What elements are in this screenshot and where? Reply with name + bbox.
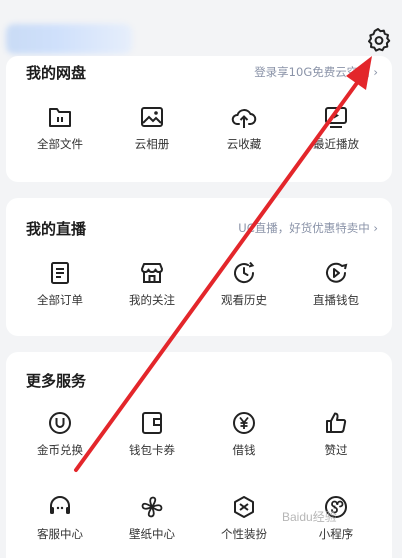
netdisk-title: 我的网盘 <box>26 64 87 82</box>
service-wallet-cards[interactable]: 钱包卡券 <box>112 410 192 458</box>
live-all-orders[interactable]: 全部订单 <box>20 260 100 308</box>
order-list-icon <box>51 262 69 284</box>
live-card: 我的直播 UC直播，好货优惠特卖中 › 全部订单 我的关注 观看历史 直播钱包 <box>6 198 392 336</box>
item-label: 个性装扮 <box>221 527 267 541</box>
live-promo-hint[interactable]: UC直播，好货优惠特卖中 › <box>238 220 378 236</box>
headset-icon <box>50 496 70 514</box>
netdisk-recent-play[interactable]: 最近播放 <box>296 104 376 152</box>
services-card: 更多服务 金币兑换 钱包卡券 借钱 赞过 客服中心 壁纸中心 个性装扮 小程序 <box>6 352 392 558</box>
yuan-icon <box>233 412 255 434</box>
live-my-follows[interactable]: 我的关注 <box>112 260 192 308</box>
cloud-upload-icon <box>231 109 257 128</box>
services-title: 更多服务 <box>26 372 87 390</box>
item-label: 观看历史 <box>221 293 267 307</box>
netdisk-cloud-album[interactable]: 云相册 <box>112 104 192 152</box>
coin-u-icon <box>49 412 71 434</box>
settings-gear-icon[interactable] <box>364 26 392 54</box>
item-label: 最近播放 <box>313 137 359 151</box>
live-watch-history[interactable]: 观看历史 <box>204 260 284 308</box>
item-label: 直播钱包 <box>313 293 359 307</box>
live-wallet[interactable]: 直播钱包 <box>296 260 376 308</box>
pinwheel-icon <box>141 496 163 518</box>
style-icon <box>234 496 254 518</box>
item-label: 云相册 <box>134 137 170 151</box>
service-borrow-money[interactable]: 借钱 <box>204 410 284 458</box>
service-coin-exchange[interactable]: 金币兑换 <box>20 410 100 458</box>
service-personal-style[interactable]: 个性装扮 <box>204 494 284 542</box>
item-label: 金币兑换 <box>37 443 83 457</box>
card-wallet-icon <box>142 412 162 434</box>
item-label: 钱包卡券 <box>129 443 175 457</box>
item-label: 小程序 <box>318 527 354 541</box>
netdisk-login-hint[interactable]: 登录享10G免费云空间 › <box>254 64 378 80</box>
baidu-watermark: Baidu经验 <box>282 510 337 524</box>
thumbs-up-icon <box>326 412 347 433</box>
item-label: 云收藏 <box>226 137 262 151</box>
netdisk-card: 我的网盘 登录享10G免费云空间 › 全部文件 云相册 云收藏 最近播放 <box>6 56 392 182</box>
live-title: 我的直播 <box>26 220 87 238</box>
item-label: 我的关注 <box>129 293 175 307</box>
store-icon <box>141 263 163 283</box>
item-label: 赞过 <box>324 443 348 457</box>
tv-play-icon <box>325 107 347 128</box>
item-label: 壁纸中心 <box>129 527 175 541</box>
history-clock-icon <box>234 261 255 284</box>
item-label: 借钱 <box>232 443 256 457</box>
item-label: 全部文件 <box>37 137 83 151</box>
item-label: 客服中心 <box>37 527 83 541</box>
netdisk-all-files[interactable]: 全部文件 <box>20 104 100 152</box>
folder-icon <box>49 108 71 127</box>
service-liked[interactable]: 赞过 <box>296 410 376 458</box>
service-customer-center[interactable]: 客服中心 <box>20 494 100 542</box>
wallet-play-icon <box>326 262 348 283</box>
top-bar <box>0 0 402 62</box>
photo-icon <box>141 107 163 127</box>
item-label: 全部订单 <box>37 293 83 307</box>
blurred-user-name[interactable] <box>6 24 132 54</box>
netdisk-cloud-collect[interactable]: 云收藏 <box>204 104 284 152</box>
service-wallpaper-center[interactable]: 壁纸中心 <box>112 494 192 542</box>
